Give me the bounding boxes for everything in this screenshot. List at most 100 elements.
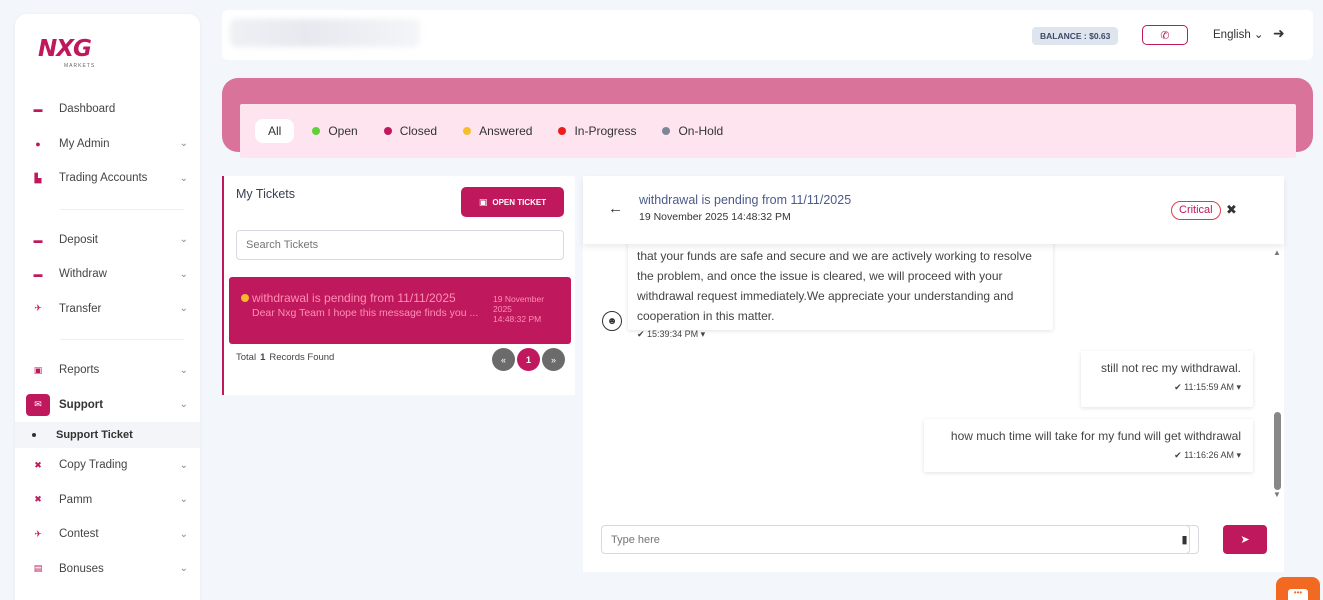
ticket-list-item[interactable]: withdrawal is pending from 11/11/2025 De…	[229, 277, 571, 344]
chat-title: withdrawal is pending from 11/11/2025	[639, 193, 852, 207]
bullet-icon	[32, 433, 36, 437]
filter-label: In-Progress	[574, 124, 637, 138]
chevron-down-icon: ⌄	[179, 364, 188, 376]
chat-date: 19 November 2025 14:48:32 PM	[639, 211, 791, 223]
chevron-down-icon: ⌄	[179, 459, 188, 471]
message-time[interactable]: ✔ 11:16:26 AM ▾	[936, 449, 1241, 461]
records-label: Records Found	[269, 352, 335, 363]
ticket-subject: withdrawal is pending from 11/11/2025	[252, 291, 456, 305]
gift-icon: ▤	[33, 563, 43, 574]
message-input[interactable]	[602, 526, 1142, 553]
sidebar-item-label: My Admin	[59, 137, 110, 150]
chevron-down-icon: ⌄	[179, 172, 188, 184]
filter-open[interactable]: Open	[312, 124, 358, 138]
sidebar-item-transfer[interactable]: ✈ Transfer ⌄	[15, 292, 200, 327]
sidebar-item-trading-accounts[interactable]: ▙ Trading Accounts ⌄	[15, 161, 200, 196]
sidebar-item-label: Support	[59, 398, 104, 411]
accounts-icon: ▙	[34, 172, 42, 183]
tickets-title: My Tickets	[236, 187, 296, 201]
status-dot	[241, 294, 249, 302]
logo-text: NXG	[38, 36, 92, 62]
sidebar-item-dashboard[interactable]: ▬ Dashboard	[15, 92, 200, 127]
sidebar-item-label: Withdraw	[59, 268, 107, 281]
sidebar-item-pamm[interactable]: ✖ Pamm ⌄	[15, 483, 200, 518]
sidebar-item-my-admin[interactable]: ● My Admin ⌄	[15, 127, 200, 162]
tools-icon: ✖	[34, 459, 42, 470]
chevron-down-icon: ⌄	[179, 494, 188, 506]
support-icon: ✉	[26, 393, 50, 416]
filter-label: On-Hold	[678, 124, 724, 138]
chevron-down-icon: ⌄	[179, 563, 188, 575]
sidebar: NXG MARKETS ▬ Dashboard ● My Admin ⌄ ▙ T…	[15, 14, 200, 600]
total-label: Total	[236, 352, 257, 363]
language-selector[interactable]: English ⌄	[1213, 27, 1264, 41]
brand-logo[interactable]: NXG MARKETS	[38, 36, 128, 76]
filter-label: Answered	[479, 124, 533, 138]
chevron-down-icon: ⌄	[1253, 29, 1264, 41]
chevron-down-icon: ⌄	[179, 303, 188, 315]
chevron-down-icon: ⌄	[179, 138, 188, 150]
language-label: English	[1213, 29, 1251, 41]
search-tickets-input[interactable]	[236, 230, 564, 260]
message-time[interactable]: ✔ 11:15:59 AM ▾	[1093, 381, 1241, 393]
dashboard-icon: ▬	[33, 104, 43, 115]
live-chat-button[interactable]: •••	[1276, 577, 1320, 600]
filter-closed[interactable]: Closed	[383, 124, 438, 138]
open-ticket-button[interactable]: ▣ OPEN TICKET	[461, 187, 564, 217]
phone-icon: ✆	[1160, 29, 1170, 42]
message-text: that your funds are safe and secure and …	[637, 249, 1032, 323]
chat-header: ← withdrawal is pending from 11/11/2025 …	[583, 176, 1284, 244]
scroll-up-icon[interactable]: ▲	[1273, 248, 1281, 257]
next-page-button[interactable]: »	[542, 348, 565, 371]
sidebar-item-reports[interactable]: ▣ Reports ⌄	[15, 353, 200, 388]
sidebar-subitem-support-ticket[interactable]: Support Ticket	[15, 422, 200, 448]
incoming-message: that your funds are safe and secure and …	[628, 244, 1053, 339]
wallet-icon: ▬	[33, 234, 43, 245]
chat-bubble-icon: •••	[1288, 589, 1308, 600]
tickets-panel: My Tickets ▣ OPEN TICKET withdrawal is p…	[222, 176, 575, 395]
back-arrow-icon[interactable]: ←	[608, 200, 623, 217]
wallet-icon: ▬	[33, 269, 43, 280]
pagination: « 1 »	[492, 348, 567, 371]
sidebar-item-label: Trading Accounts	[59, 172, 148, 185]
tools-icon: ✖	[34, 494, 42, 505]
ticket-date-line: 19 November	[493, 294, 545, 304]
sidebar-item-support[interactable]: ✉ Support ⌄	[15, 388, 200, 423]
filter-label: Open	[328, 124, 358, 138]
message-composer	[601, 525, 1190, 554]
status-dot	[463, 127, 472, 135]
page-button-current[interactable]: 1	[517, 348, 540, 371]
logo-subtitle: MARKETS	[64, 63, 96, 69]
prev-page-button[interactable]: «	[492, 348, 515, 371]
avatar: ☻	[602, 311, 622, 331]
sidebar-item-label: Pamm	[59, 493, 93, 506]
open-ticket-label: OPEN TICKET	[492, 197, 547, 207]
filter-answered[interactable]: Answered	[463, 124, 532, 138]
user-icon: ●	[35, 138, 41, 149]
scroll-down-icon[interactable]: ▼	[1273, 490, 1281, 499]
sidebar-item-contest[interactable]: ✈ Contest ⌄	[15, 517, 200, 552]
chat-scrollbar[interactable]: ▲ ▼	[1271, 248, 1283, 503]
filter-label: Closed	[399, 124, 438, 138]
scrollbar-thumb[interactable]	[1274, 412, 1281, 490]
send-button[interactable]: ➤	[1223, 525, 1267, 554]
outgoing-message: how much time will take for my fund will…	[924, 419, 1253, 472]
chevron-down-icon: ⌄	[179, 268, 188, 280]
blurred-user-info	[230, 19, 420, 47]
logout-button[interactable]: ➜	[1273, 25, 1285, 42]
sidebar-item-withdraw[interactable]: ▬ Withdraw ⌄	[15, 257, 200, 292]
ticket-date-line: 14:48:32 PM	[493, 314, 542, 324]
sidebar-item-label: Reports	[59, 364, 100, 377]
ticket-date-line: 2025	[493, 304, 512, 314]
sidebar-item-deposit[interactable]: ▬ Deposit ⌄	[15, 223, 200, 258]
filter-all[interactable]: All	[255, 119, 295, 143]
sidebar-item-copy-trading[interactable]: ✖ Copy Trading ⌄	[15, 448, 200, 483]
attach-file-button[interactable]: ▮	[1171, 525, 1199, 554]
message-time[interactable]: ✔ 15:39:34 PM ▾	[637, 328, 1044, 340]
filter-on-hold[interactable]: On-Hold	[662, 124, 723, 138]
filter-in-progress[interactable]: In-Progress	[558, 124, 636, 138]
phone-button[interactable]: ✆	[1142, 25, 1188, 45]
transfer-icon: ✈	[34, 303, 42, 314]
sidebar-item-bonuses[interactable]: ▤ Bonuses ⌄	[15, 552, 200, 587]
tools-icon[interactable]: ✖	[1226, 202, 1237, 218]
